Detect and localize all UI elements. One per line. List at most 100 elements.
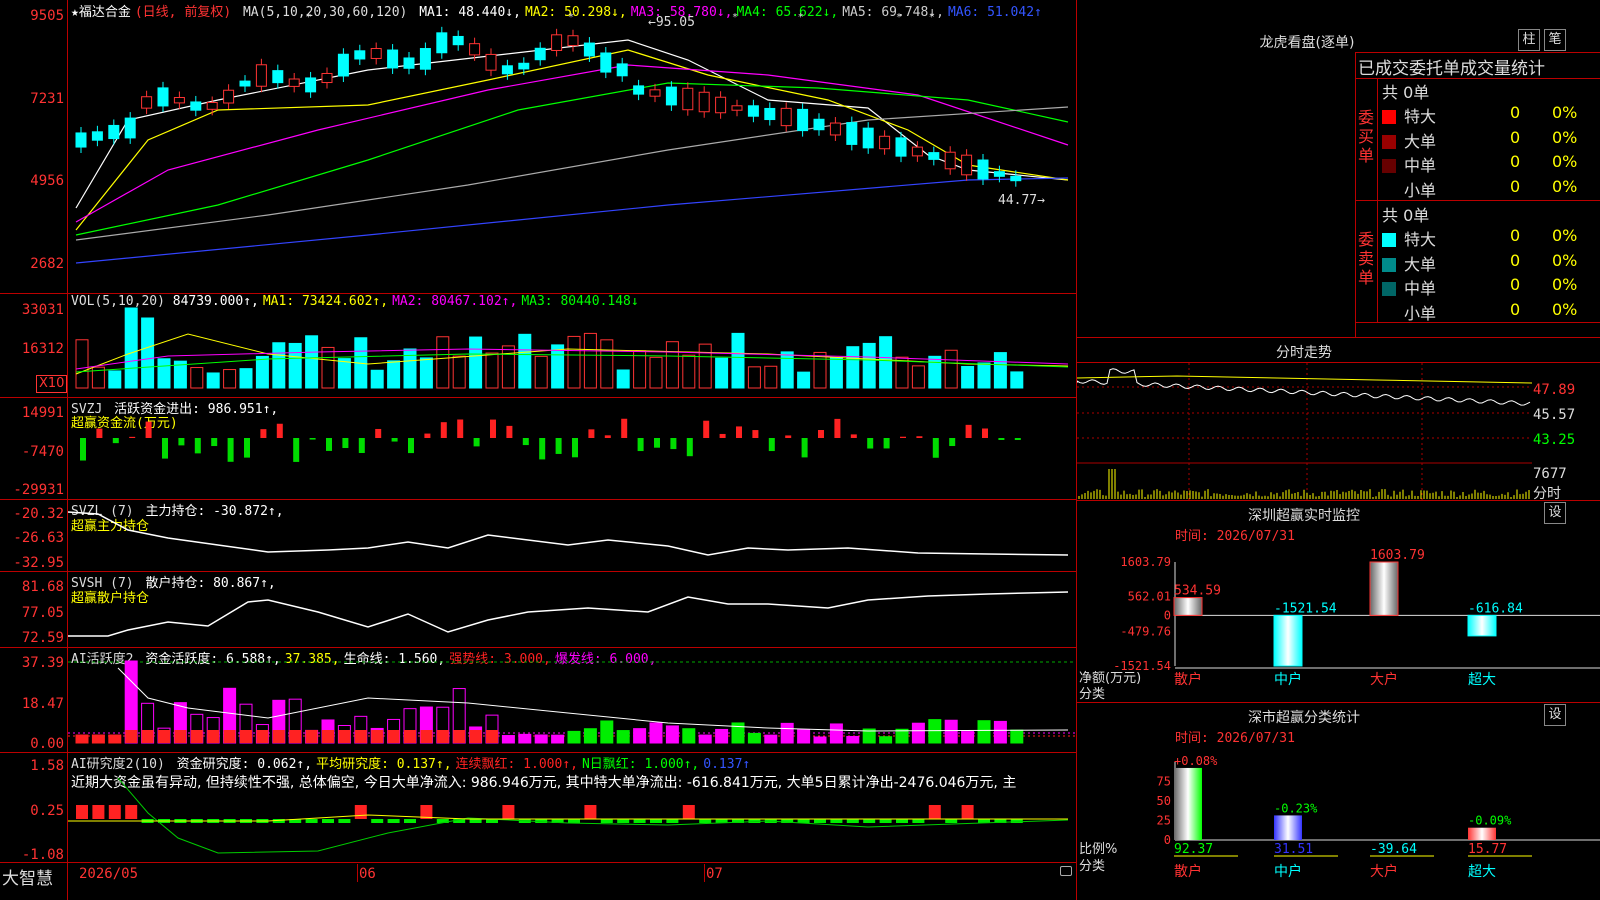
sz-class-settings-button[interactable]: 设 (1544, 704, 1566, 726)
intraday-chart[interactable] (1077, 363, 1600, 500)
candle (485, 53, 497, 71)
volume-bar (288, 342, 302, 389)
color-swatch-icon (1382, 282, 1396, 296)
volume-bar (600, 339, 614, 389)
lock-icon[interactable] (1060, 866, 1072, 876)
research-bar (928, 805, 941, 819)
order-percent: 0% (1552, 299, 1578, 319)
volume-bar (75, 339, 89, 389)
flow-bar (112, 438, 119, 444)
date-axis-label: 07 (706, 866, 723, 882)
activity-bar (75, 734, 89, 744)
sz-monitor-value-label: -616.84 (1468, 601, 1523, 616)
buy-side-label: 委买单 (1358, 108, 1375, 165)
flow-bar (391, 438, 398, 442)
activity-bar (534, 734, 548, 744)
sz-monitor-bar (1467, 614, 1497, 637)
bar-mode-button[interactable]: 柱 (1518, 29, 1540, 51)
main-chart-area[interactable]: ★福达合金 (日线, 前复权) MA(5,10,20,30,60,120) MA1… (0, 0, 1077, 900)
flow-bar (473, 438, 480, 447)
volume-bar (124, 307, 138, 389)
order-percent: 0% (1552, 152, 1578, 171)
kline-chart[interactable]: ←95.05 44.77→ * * * * * * (68, 0, 1076, 293)
sz-class-title: 深市超赢分类统计 (1248, 710, 1360, 726)
flow-bar (1014, 438, 1021, 441)
indicator-line (68, 511, 1069, 556)
order-count: 0 (1510, 152, 1521, 171)
candle (879, 135, 891, 150)
activity-bar (1010, 729, 1024, 744)
sz-class-chart[interactable]: 75 50 25 0 +0.08% 92.37 散户 -0.23% 31.51 中户 -39.64 大… (1077, 742, 1600, 900)
activity-bar (977, 720, 991, 744)
sz-monitor-chart[interactable]: 1603.79562.010-479.76-1521.54534.59散户-15… (1077, 540, 1600, 702)
flow-bar (375, 428, 382, 438)
flow-bar (211, 438, 218, 447)
activity-bar (698, 734, 712, 744)
candle (944, 151, 956, 170)
ma-line (75, 39, 1069, 209)
tick-mode-button[interactable]: 笔 (1544, 29, 1566, 51)
order-count: 0 (1510, 176, 1521, 196)
research-bar (92, 805, 105, 819)
candle (616, 63, 628, 77)
activity-bar (846, 735, 860, 744)
order-size-label: 小单 (1404, 303, 1437, 323)
sz-monitor-bar (1369, 561, 1399, 616)
star-marker: * (306, 12, 312, 23)
vol-chart[interactable] (68, 294, 1076, 397)
vol-y-label: 16312 (21, 341, 64, 357)
ma-line (75, 64, 1069, 223)
activity-bar (272, 730, 285, 743)
sz-monitor-bar (1273, 614, 1303, 667)
svzl-chart[interactable] (68, 500, 1076, 571)
flow-bar (736, 426, 742, 438)
candle (173, 97, 185, 104)
svsh-chart[interactable] (68, 572, 1076, 647)
order-row-sell: 特大 0 0% (1382, 226, 1600, 250)
research-bar (600, 819, 613, 823)
volume-bar (649, 356, 663, 389)
svzj-chart[interactable] (68, 398, 1076, 499)
brand-logo[interactable]: 大智慧 (2, 864, 53, 889)
candle (928, 152, 940, 160)
volume-bar (141, 317, 155, 389)
research-bar (633, 819, 646, 823)
color-swatch-icon (1382, 257, 1396, 272)
ai-active-y-label: 0.00 (30, 736, 64, 752)
volume-bar (633, 350, 647, 389)
research-bar (699, 819, 712, 823)
ai-research-chart[interactable] (68, 753, 1076, 862)
flow-bar (408, 438, 414, 454)
candle (206, 101, 218, 110)
buy-total: 共 0单 (1382, 83, 1430, 102)
research-bar (617, 819, 630, 823)
volume-bar (731, 332, 745, 389)
volume-bar (928, 355, 942, 389)
svzl-y-label: -20.32 (13, 506, 64, 522)
flow-bar (703, 420, 710, 438)
flow-bar (358, 438, 365, 454)
activity-bar (583, 728, 597, 744)
order-percent: 0% (1552, 127, 1578, 147)
volume-bar (567, 335, 581, 389)
flow-bar (867, 438, 874, 449)
candle (190, 101, 202, 111)
candle (780, 107, 792, 127)
sell-side-label: 委卖单 (1358, 230, 1375, 287)
color-swatch-icon (1382, 159, 1396, 173)
volume-bar (157, 358, 171, 389)
candle (501, 65, 513, 75)
order-row-sell: 大单 0 0% (1382, 251, 1600, 275)
candle (961, 154, 973, 176)
activity-bar (305, 730, 318, 743)
order-row-buy: 中单 0 0% (1382, 152, 1600, 176)
sz-monitor-settings-button[interactable]: 设 (1544, 502, 1566, 524)
flow-bar (309, 438, 316, 440)
activity-bar (141, 730, 154, 743)
activity-bar (240, 730, 252, 743)
ai-active-chart[interactable] (68, 648, 1076, 752)
volume-bar (813, 351, 827, 389)
sz-monitor-xlabel: 分类 (1079, 687, 1106, 702)
flow-bar (785, 435, 792, 438)
avg-price-line (1077, 375, 1533, 384)
